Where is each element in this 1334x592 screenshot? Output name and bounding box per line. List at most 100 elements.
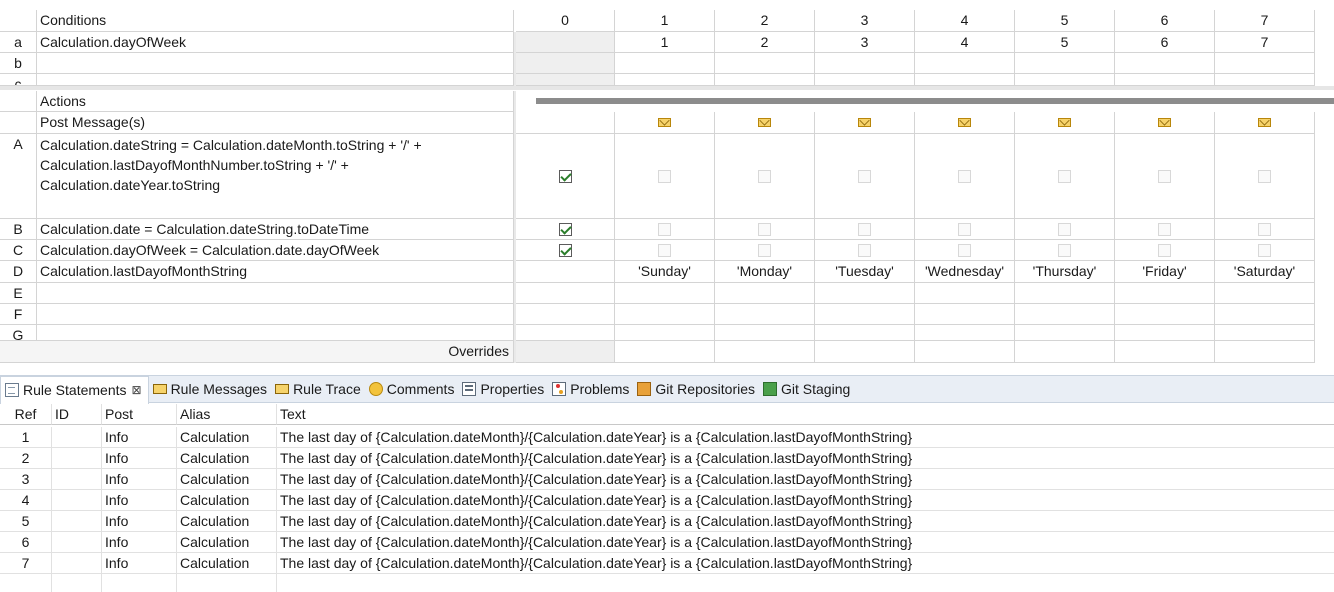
condition-cell[interactable] bbox=[1015, 53, 1115, 74]
action-cell[interactable] bbox=[1015, 283, 1115, 304]
tab-rule-trace[interactable]: Rule Trace bbox=[271, 376, 365, 402]
alias-cell[interactable]: Calculation bbox=[177, 490, 277, 511]
action-cell[interactable] bbox=[516, 134, 615, 219]
action-cell[interactable] bbox=[715, 304, 815, 325]
action-cell[interactable] bbox=[1115, 325, 1215, 341]
ref-cell[interactable]: 2 bbox=[0, 448, 52, 469]
unchecked-checkbox-icon[interactable] bbox=[1158, 243, 1171, 257]
tab-problems[interactable]: Problems bbox=[548, 376, 633, 402]
condition-cell[interactable]: 6 bbox=[1115, 32, 1215, 53]
action-cell[interactable] bbox=[1115, 219, 1215, 240]
condition-cell[interactable] bbox=[1115, 53, 1215, 74]
condition-cell[interactable]: 4 bbox=[915, 32, 1015, 53]
action-cell[interactable] bbox=[1215, 283, 1315, 304]
condition-cell[interactable]: 5 bbox=[1015, 32, 1115, 53]
action-cell[interactable] bbox=[715, 325, 815, 341]
unchecked-checkbox-icon[interactable] bbox=[658, 222, 671, 236]
checked-checkbox-icon[interactable] bbox=[558, 222, 572, 236]
overrides-cell[interactable] bbox=[715, 341, 815, 363]
post-cell[interactable]: Info bbox=[102, 553, 177, 574]
condition-cell[interactable]: 3 bbox=[815, 32, 915, 53]
action-expression[interactable]: Calculation.dateString = Calculation.dat… bbox=[37, 134, 514, 219]
post-cell[interactable]: Info bbox=[102, 469, 177, 490]
action-cell[interactable] bbox=[516, 261, 615, 283]
action-cell[interactable] bbox=[1215, 240, 1315, 261]
table-row[interactable]: 5 Info Calculation The last day of {Calc… bbox=[0, 511, 1334, 532]
id-cell[interactable] bbox=[52, 574, 102, 592]
section-separator[interactable] bbox=[0, 86, 1334, 90]
unchecked-checkbox-icon[interactable] bbox=[1258, 243, 1271, 257]
id-cell[interactable] bbox=[52, 511, 102, 532]
column-header-3[interactable]: 3 bbox=[815, 10, 915, 32]
action-cell[interactable] bbox=[516, 240, 615, 261]
ref-cell[interactable]: 6 bbox=[0, 532, 52, 553]
unchecked-checkbox-icon[interactable] bbox=[958, 243, 971, 257]
post-message-cell[interactable] bbox=[1115, 112, 1215, 134]
id-cell[interactable] bbox=[52, 427, 102, 448]
action-cell[interactable] bbox=[615, 304, 715, 325]
column-header-7[interactable]: 7 bbox=[1215, 10, 1315, 32]
action-cell[interactable] bbox=[615, 325, 715, 341]
action-cell[interactable] bbox=[1215, 325, 1315, 341]
condition-expression[interactable] bbox=[37, 74, 514, 86]
unchecked-checkbox-icon[interactable] bbox=[758, 222, 771, 236]
condition-cell[interactable] bbox=[715, 74, 815, 86]
alias-cell[interactable]: Calculation bbox=[177, 427, 277, 448]
column-header-5[interactable]: 5 bbox=[1015, 10, 1115, 32]
action-cell[interactable] bbox=[815, 304, 915, 325]
condition-cell[interactable] bbox=[1015, 74, 1115, 86]
unchecked-checkbox-icon[interactable] bbox=[1158, 169, 1171, 183]
condition-cell[interactable] bbox=[1215, 74, 1315, 86]
action-cell[interactable] bbox=[1115, 134, 1215, 219]
envelope-icon[interactable] bbox=[958, 118, 971, 127]
unchecked-checkbox-icon[interactable] bbox=[1158, 222, 1171, 236]
column-header-1[interactable]: 1 bbox=[615, 10, 715, 32]
post-cell[interactable]: Info bbox=[102, 490, 177, 511]
ref-cell[interactable] bbox=[0, 574, 52, 592]
overrides-cell[interactable] bbox=[1115, 341, 1215, 363]
overrides-cell[interactable] bbox=[1215, 341, 1315, 363]
table-row[interactable]: 6 Info Calculation The last day of {Calc… bbox=[0, 532, 1334, 553]
envelope-icon[interactable] bbox=[758, 118, 771, 127]
table-row[interactable]: 4 Info Calculation The last day of {Calc… bbox=[0, 490, 1334, 511]
action-cell[interactable] bbox=[915, 304, 1015, 325]
action-cell[interactable] bbox=[615, 219, 715, 240]
action-expression[interactable] bbox=[37, 325, 514, 341]
table-row[interactable]: 1 Info Calculation The last day of {Calc… bbox=[0, 427, 1334, 448]
action-cell[interactable] bbox=[516, 325, 615, 341]
horizontal-scrollbar[interactable] bbox=[536, 98, 1334, 104]
column-header-6[interactable]: 6 bbox=[1115, 10, 1215, 32]
column-header-id[interactable]: ID bbox=[52, 404, 102, 425]
action-cell[interactable] bbox=[516, 304, 615, 325]
post-message-cell[interactable] bbox=[516, 112, 615, 134]
action-cell[interactable] bbox=[915, 283, 1015, 304]
id-cell[interactable] bbox=[52, 532, 102, 553]
action-cell[interactable] bbox=[1115, 283, 1215, 304]
text-cell[interactable]: The last day of {Calculation.dateMonth}/… bbox=[277, 532, 1334, 553]
post-cell[interactable] bbox=[102, 574, 177, 592]
post-message-cell[interactable] bbox=[715, 112, 815, 134]
alias-cell[interactable]: Calculation bbox=[177, 511, 277, 532]
checked-checkbox-icon[interactable] bbox=[558, 169, 572, 183]
unchecked-checkbox-icon[interactable] bbox=[1258, 169, 1271, 183]
unchecked-checkbox-icon[interactable] bbox=[958, 169, 971, 183]
ref-cell[interactable]: 7 bbox=[0, 553, 52, 574]
post-cell[interactable]: Info bbox=[102, 511, 177, 532]
action-value-cell[interactable]: 'Friday' bbox=[1115, 261, 1215, 283]
action-cell[interactable] bbox=[615, 134, 715, 219]
condition-cell[interactable]: 2 bbox=[715, 32, 815, 53]
action-cell[interactable] bbox=[516, 283, 615, 304]
text-cell[interactable]: The last day of {Calculation.dateMonth}/… bbox=[277, 448, 1334, 469]
action-cell[interactable] bbox=[715, 219, 815, 240]
close-icon[interactable]: ⊠ bbox=[132, 383, 142, 397]
action-cell[interactable] bbox=[915, 325, 1015, 341]
alias-cell[interactable]: Calculation bbox=[177, 448, 277, 469]
action-cell[interactable] bbox=[715, 134, 815, 219]
action-cell[interactable] bbox=[915, 219, 1015, 240]
tab-properties[interactable]: Properties bbox=[458, 376, 548, 402]
action-cell[interactable] bbox=[815, 283, 915, 304]
text-cell[interactable]: The last day of {Calculation.dateMonth}/… bbox=[277, 511, 1334, 532]
action-cell[interactable] bbox=[1015, 325, 1115, 341]
ref-cell[interactable]: 3 bbox=[0, 469, 52, 490]
overrides-cell[interactable] bbox=[516, 341, 615, 363]
